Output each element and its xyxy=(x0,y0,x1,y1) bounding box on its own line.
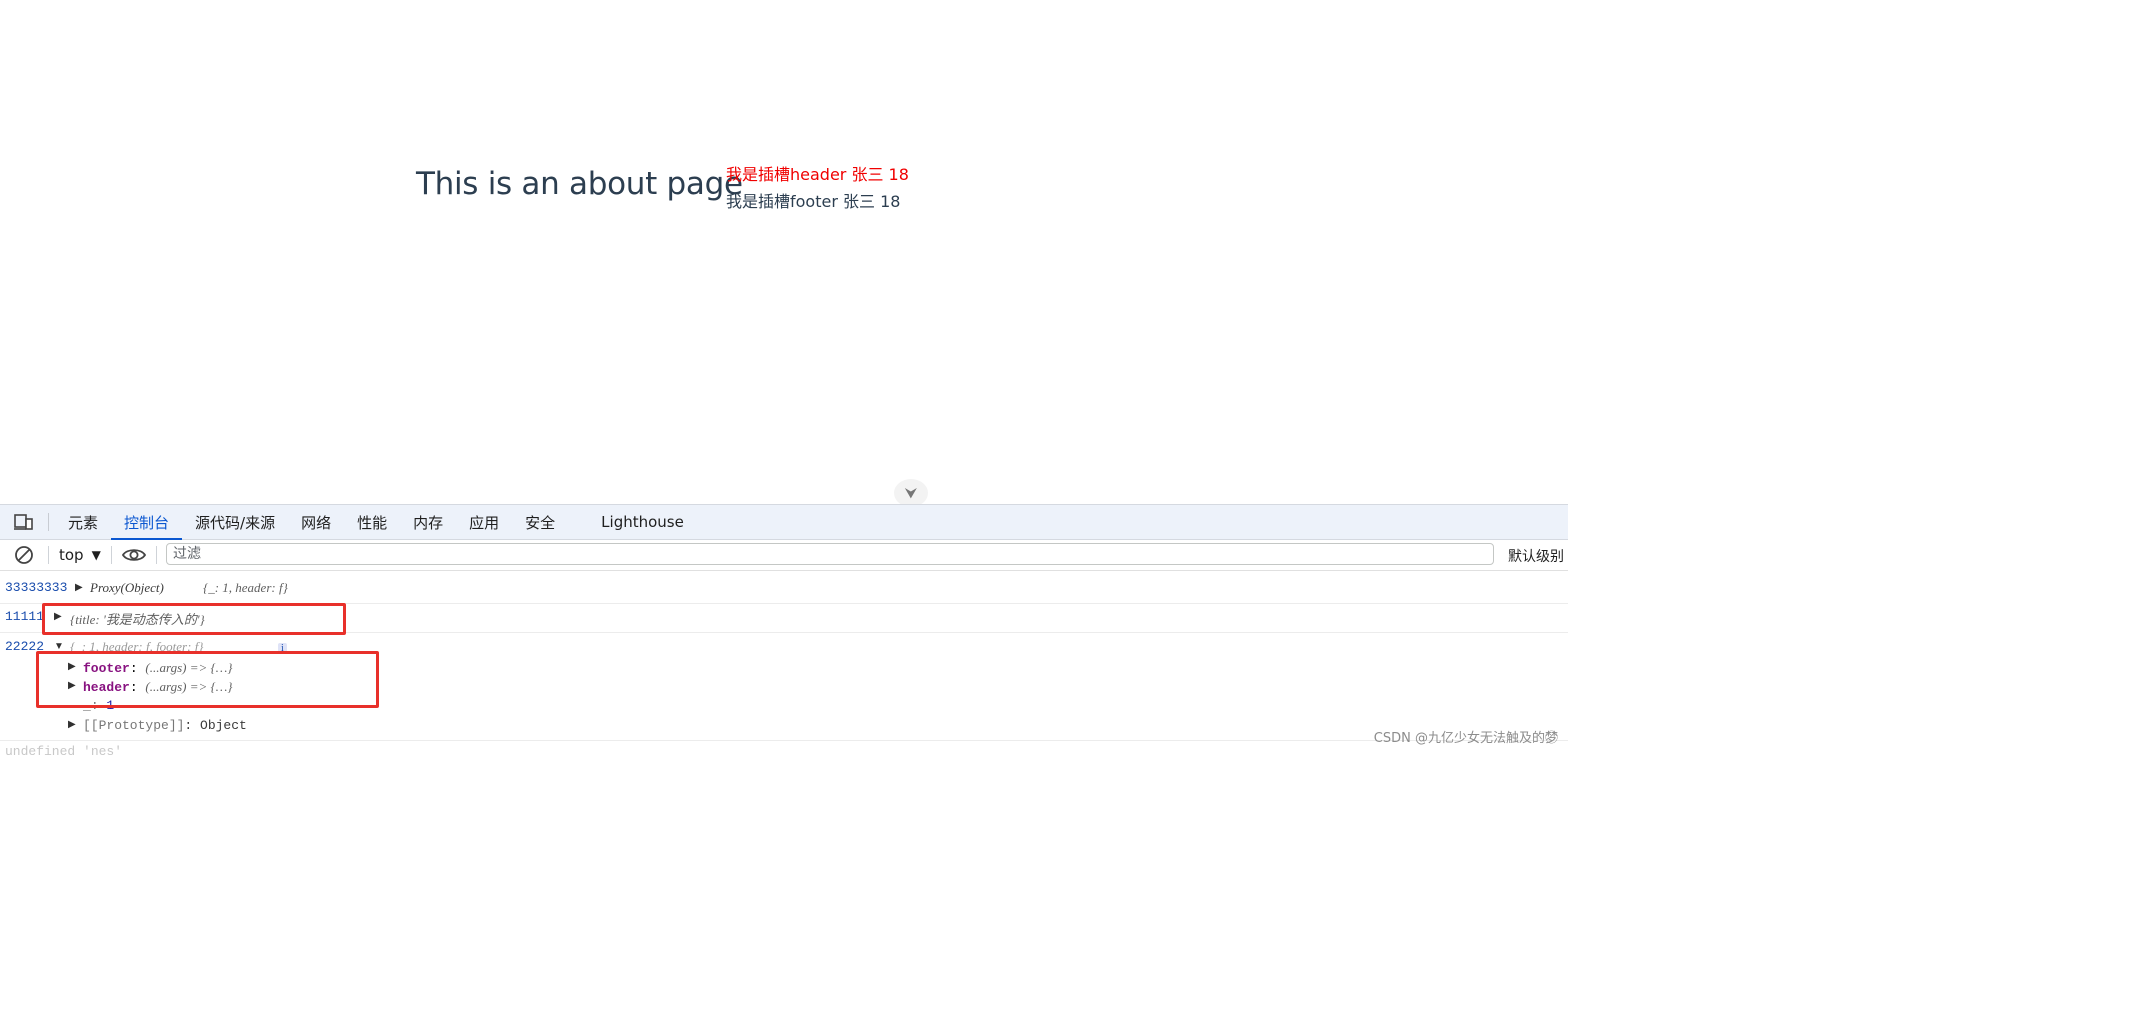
devtools-panel: 元素 控制台 源代码/来源 网络 性能 内存 应用 安全 Lighthouse … xyxy=(0,504,1568,759)
console-message-partial: undefined 'nes' xyxy=(5,744,123,759)
clear-console-icon[interactable] xyxy=(0,545,48,565)
tab-performance[interactable]: 性能 xyxy=(344,505,400,539)
context-selector[interactable]: top ▼ xyxy=(49,546,111,564)
tab-security[interactable]: 安全 xyxy=(512,505,568,539)
console-message: 33333333 ▶ Proxy(Object) {_: 1, header: … xyxy=(0,571,1568,604)
watermark: CSDN @九亿少女无法触及的梦⃝ xyxy=(1373,731,1558,746)
expand-triangle-icon[interactable]: ▶ xyxy=(75,582,83,593)
chevron-down-icon: ▼ xyxy=(91,548,101,562)
log-level-selector[interactable]: 默认级别 xyxy=(1508,546,1564,566)
device-toolbar-toggle-icon[interactable] xyxy=(0,505,48,539)
property-key: [[Prototype]] xyxy=(83,718,185,733)
console-object-preview: {_: 1, header: f} xyxy=(203,580,288,595)
highlight-box xyxy=(36,651,379,708)
tab-sources[interactable]: 源代码/来源 xyxy=(182,505,288,539)
console-object-label: Proxy(Object) xyxy=(90,580,164,595)
console-message-prefix: 33333333 xyxy=(5,580,68,595)
toolbar-separator xyxy=(155,546,157,564)
tab-console[interactable]: 控制台 xyxy=(111,505,183,540)
vue-devtools-toggle-button[interactable]: ⮟ xyxy=(894,479,928,507)
slot-footer-text: 我是插槽footer 张三 18 xyxy=(726,192,901,211)
page-title: This is an about page xyxy=(416,166,743,202)
tab-network[interactable]: 网络 xyxy=(288,505,344,539)
context-selector-label: top xyxy=(59,546,84,564)
property-prototype: [[Prototype]]: Object xyxy=(83,718,247,733)
highlight-box xyxy=(42,603,346,635)
tab-application[interactable]: 应用 xyxy=(456,505,512,539)
property-value: Object xyxy=(200,718,247,733)
console-filter-input[interactable] xyxy=(166,543,1494,565)
devtools-tabbar: 元素 控制台 源代码/来源 网络 性能 内存 应用 安全 Lighthouse xyxy=(0,504,1568,540)
tab-elements[interactable]: 元素 xyxy=(55,505,111,539)
expand-triangle-icon[interactable]: ▶ xyxy=(68,719,76,730)
console-toolbar: top ▼ 默认级别 xyxy=(0,540,1568,571)
tab-separator xyxy=(48,513,49,531)
tab-memory[interactable]: 内存 xyxy=(400,505,456,539)
live-expression-eye-icon[interactable] xyxy=(112,547,156,563)
slot-header-text: 我是插槽header 张三 18 xyxy=(726,165,909,184)
console-message-prefix: 11111 xyxy=(5,609,45,624)
tab-lighthouse[interactable]: Lighthouse xyxy=(588,505,697,539)
